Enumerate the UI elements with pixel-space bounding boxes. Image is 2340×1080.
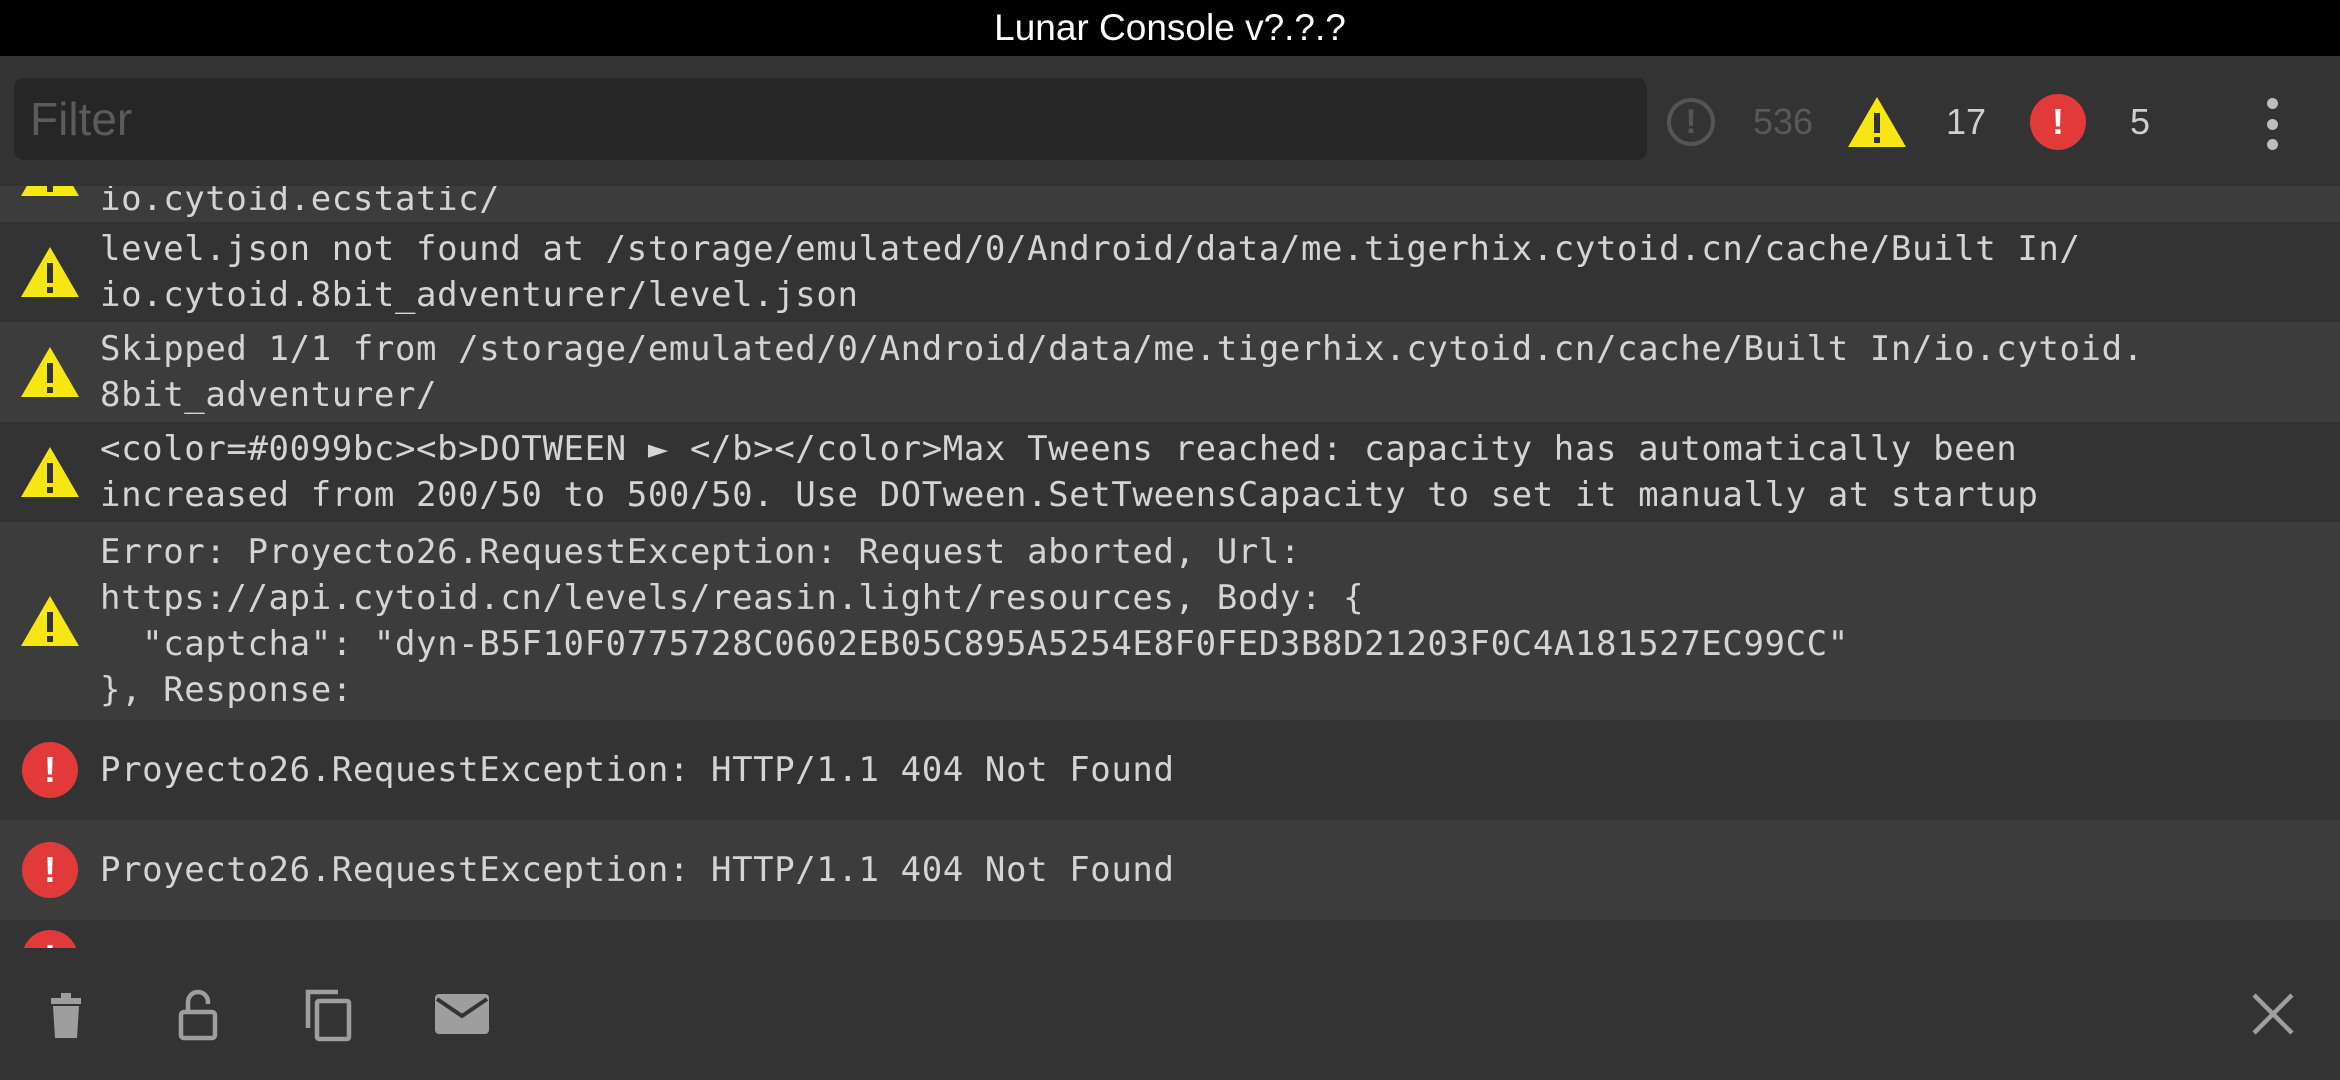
log-entry-warning[interactable]: Skipped 1/1 from /storage/emulated/0/And…: [0, 322, 2340, 422]
copy-icon[interactable]: [300, 984, 360, 1044]
log-entry-error[interactable]: !: [0, 920, 2340, 948]
log-message: Error: Proyecto26.RequestException: Requ…: [100, 532, 1849, 710]
log-message: Proyecto26.RequestException: HTTP/1.1 40…: [100, 850, 1175, 890]
window-title-bar: Lunar Console v?.?.?: [0, 0, 2340, 56]
error-icon: !: [22, 842, 78, 898]
warning-icon: [0, 345, 100, 399]
log-message: Proyecto26.RequestException: HTTP/1.1 40…: [100, 750, 1175, 790]
toolbar: ! 536 17 ! 5: [0, 56, 2340, 186]
log-entry-warning[interactable]: level.json not found at /storage/emulate…: [0, 222, 2340, 322]
error-icon-slot: !: [0, 742, 100, 798]
error-count: 5: [2130, 101, 2151, 142]
warning-icon: [0, 594, 100, 648]
log-entry-error[interactable]: ! Proyecto26.RequestException: HTTP/1.1 …: [0, 820, 2340, 920]
log-entry-warning[interactable]: <color=#0099bc><b>DOTWEEN ► </b></color>…: [0, 422, 2340, 522]
window-title: Lunar Console v?.?.?: [994, 7, 1346, 48]
log-message: Skipped 1/1 from /storage/emulated/0/And…: [100, 329, 2144, 415]
trash-icon[interactable]: [36, 984, 96, 1044]
bottom-toolbar: [0, 948, 2340, 1080]
unlock-icon[interactable]: [168, 984, 228, 1044]
error-filter-toggle[interactable]: ! 5: [2030, 94, 2150, 150]
log-filter-toggle[interactable]: ! 536: [1667, 94, 1813, 150]
error-icon: !: [22, 930, 78, 948]
error-icon-slot: !: [0, 920, 100, 948]
error-icon: !: [2030, 94, 2086, 150]
mail-icon[interactable]: [432, 984, 492, 1044]
more-options-icon[interactable]: [2262, 98, 2282, 150]
warning-icon: [1848, 97, 1906, 147]
log-entry-warning[interactable]: io.cytoid.ecstatic/: [0, 186, 2340, 222]
log-entry-error[interactable]: ! Proyecto26.RequestException: HTTP/1.1 …: [0, 720, 2340, 820]
info-circle-icon: !: [1667, 98, 1715, 146]
log-message: io.cytoid.ecstatic/: [100, 186, 501, 219]
log-list[interactable]: io.cytoid.ecstatic/ level.json not found…: [0, 186, 2340, 948]
log-entry-warning[interactable]: Error: Proyecto26.RequestException: Requ…: [0, 522, 2340, 720]
error-icon: !: [22, 742, 78, 798]
warning-filter-toggle[interactable]: 17: [1846, 94, 1986, 150]
log-message: level.json not found at /storage/emulate…: [100, 229, 2081, 315]
close-icon[interactable]: [2243, 984, 2303, 1044]
warning-icon: [0, 245, 100, 299]
warning-icon: [0, 186, 100, 222]
error-icon-slot: !: [0, 842, 100, 898]
log-count: 536: [1753, 101, 1814, 142]
warning-count: 17: [1946, 101, 1987, 142]
warning-icon: [0, 445, 100, 499]
log-message: <color=#0099bc><b>DOTWEEN ► </b></color>…: [100, 429, 2039, 515]
filter-input[interactable]: [14, 78, 1647, 160]
